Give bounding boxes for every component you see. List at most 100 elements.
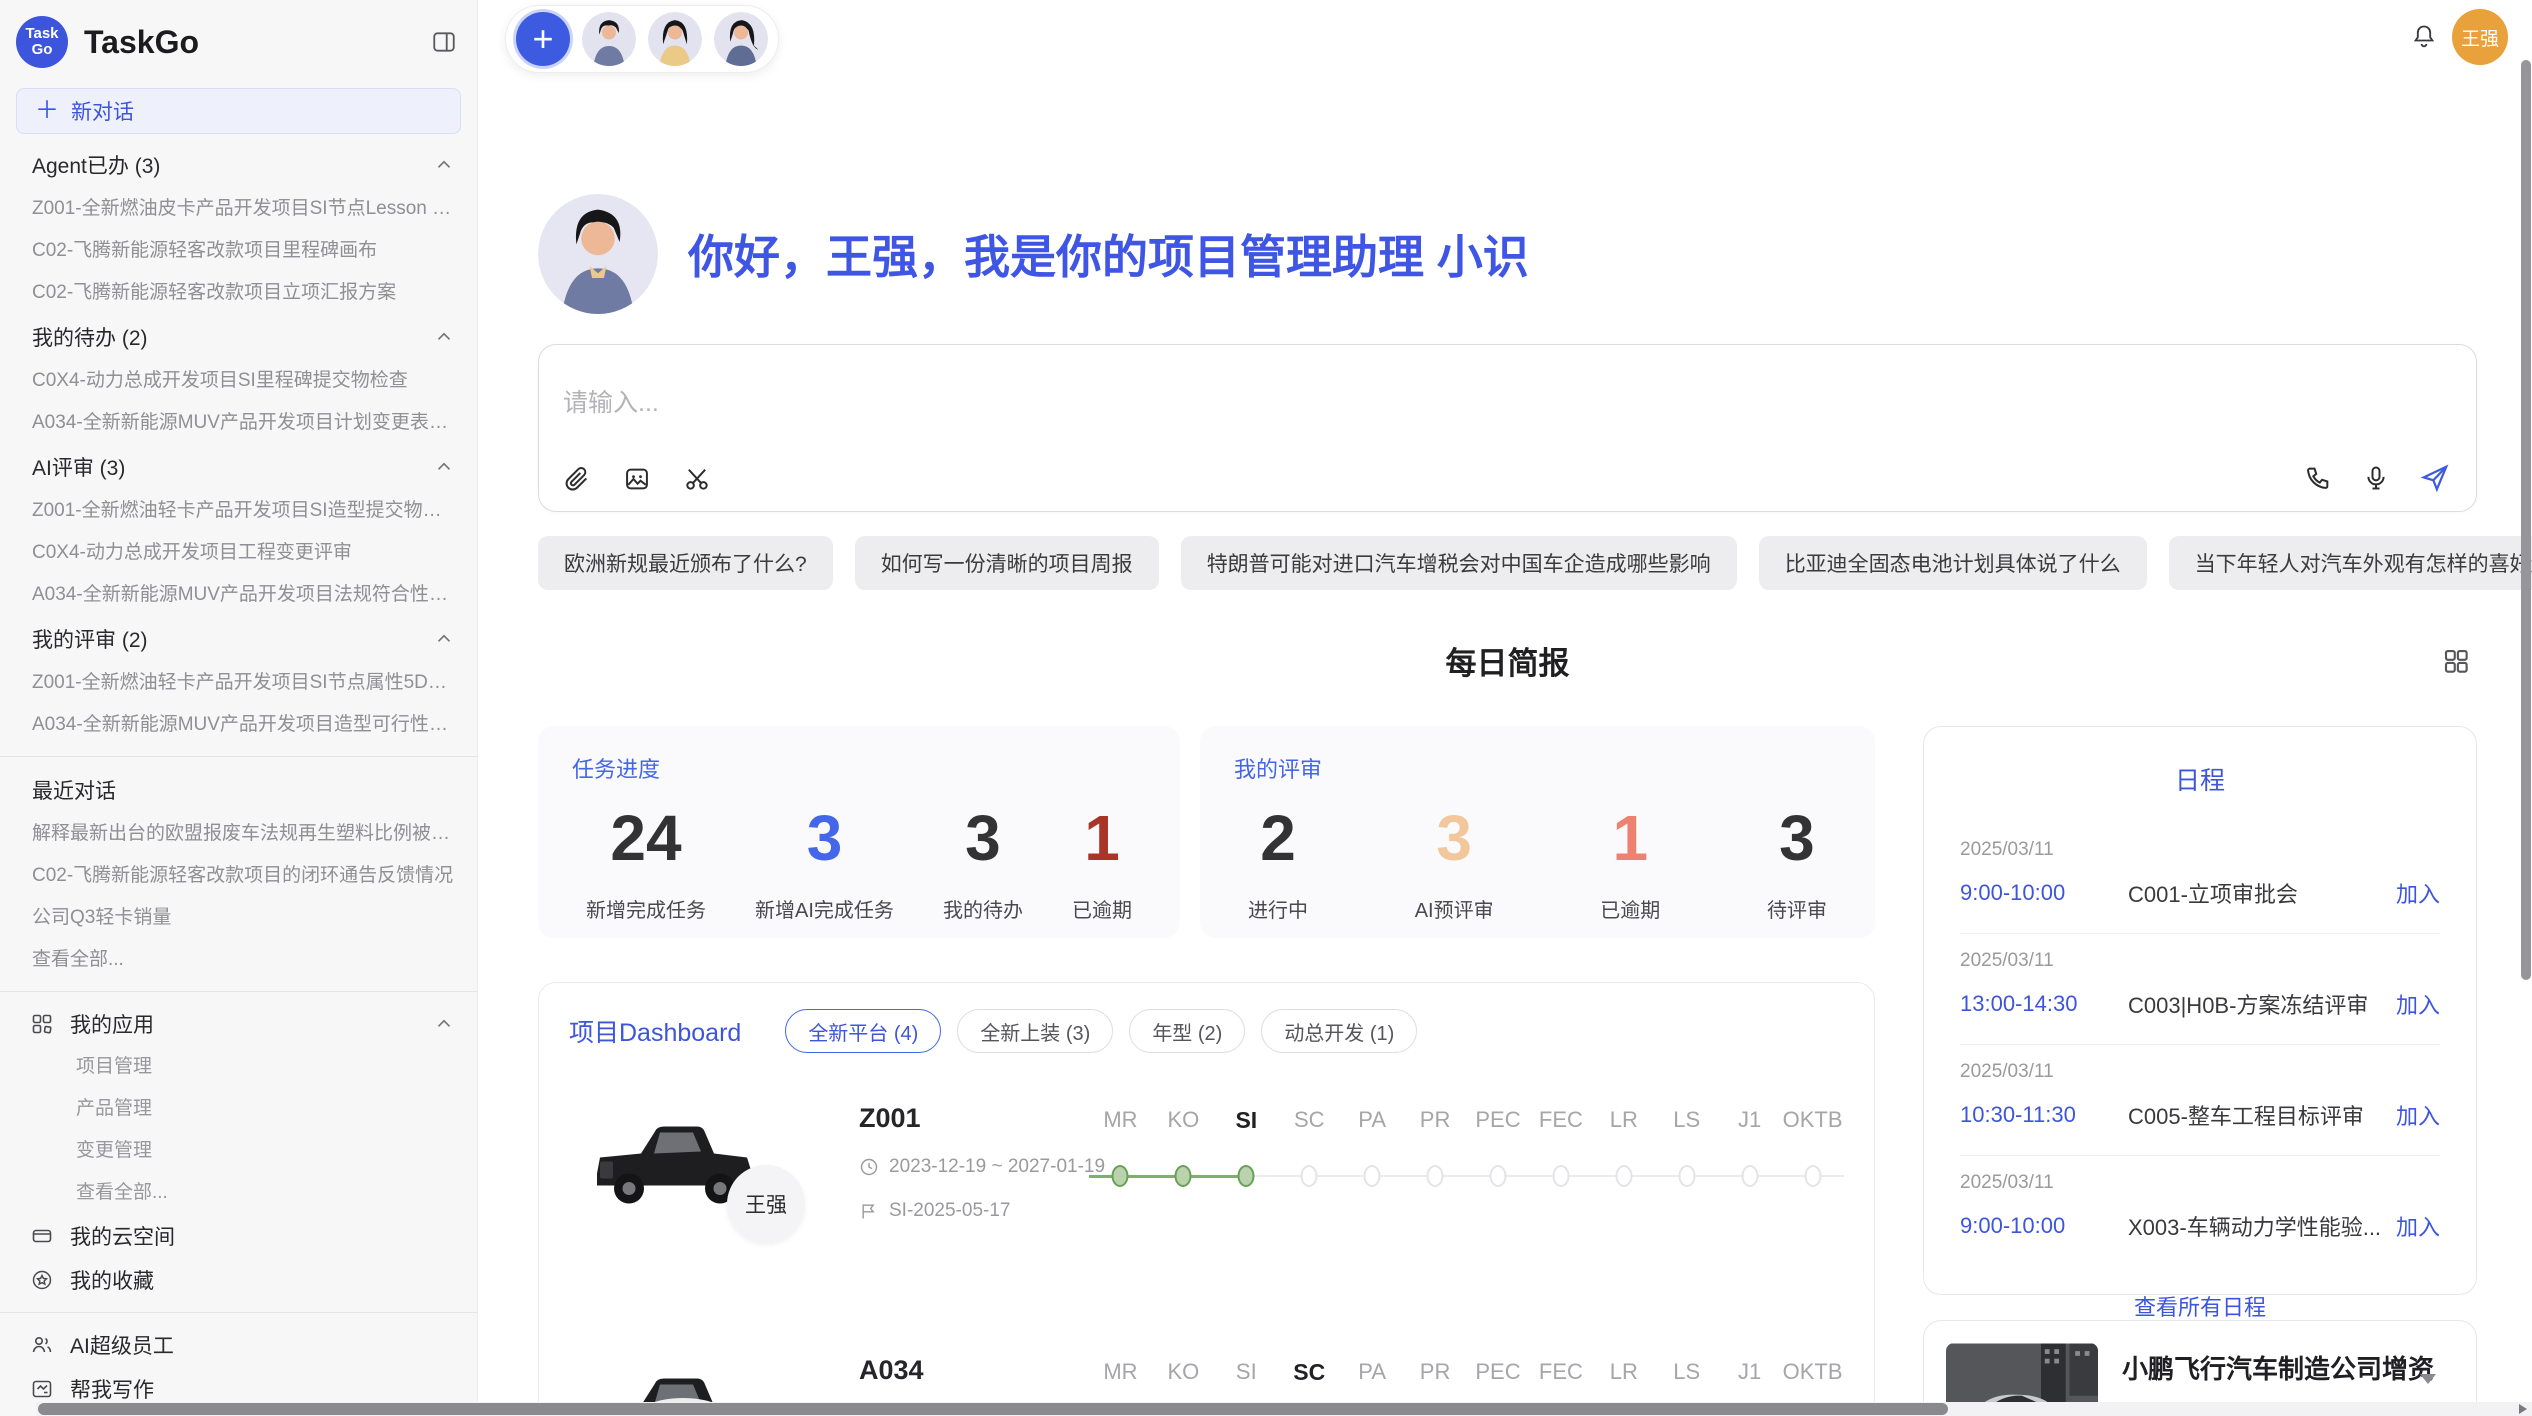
member-avatar[interactable] xyxy=(582,12,636,66)
milestone-node-todo[interactable] xyxy=(1678,1165,1695,1187)
join-meeting-link[interactable]: 加入 xyxy=(2396,1210,2440,1242)
vertical-scrollbar[interactable] xyxy=(2521,60,2531,980)
topbar: + 王强 xyxy=(478,0,2532,76)
sidebar-item[interactable]: Z001-全新燃油皮卡产品开发项目SI节点Lesson Learn报告 xyxy=(0,188,477,230)
dashboard-filter-tab[interactable]: 全新上装 (3) xyxy=(957,1009,1113,1053)
dashboard-filter-tab[interactable]: 全新平台 (4) xyxy=(785,1009,941,1053)
attachment-icon[interactable] xyxy=(563,465,591,493)
milestone-node-todo[interactable] xyxy=(1615,1165,1632,1187)
sidebar-item[interactable]: A034-全新新能源MUV产品开发项目造型可行性评审 xyxy=(0,704,477,746)
schedule-title: 日程 xyxy=(1960,761,2440,797)
send-icon[interactable] xyxy=(2420,463,2450,493)
sidebar-section-header[interactable]: 我的待办 (2) xyxy=(0,314,477,360)
stat-item[interactable]: 24新增完成任务 xyxy=(586,806,706,923)
sidebar-section-title: Agent已办 (3) xyxy=(32,150,160,180)
stat-item[interactable]: 3新增AI完成任务 xyxy=(755,806,894,923)
stat-item[interactable]: 1已逾期 xyxy=(1600,806,1660,923)
sidebar-collapse-icon[interactable] xyxy=(431,29,457,55)
project-code: A034 xyxy=(859,1355,1089,1386)
sidebar-item[interactable]: A034-全新新能源MUV产品开发项目计划变更表编写 xyxy=(0,402,477,444)
milestone-node-todo[interactable] xyxy=(1552,1165,1569,1187)
apps-view-all-link[interactable]: 查看全部... xyxy=(0,1172,477,1214)
milestone-label: KO xyxy=(1152,1359,1215,1386)
sidebar-item-my-apps[interactable]: 我的应用 xyxy=(0,1002,477,1046)
scroll-down-arrow[interactable] xyxy=(2420,1374,2436,1384)
sidebar-section-header[interactable]: Agent已办 (3) xyxy=(0,142,477,188)
scissors-icon[interactable] xyxy=(683,465,711,493)
sidebar-section-header[interactable]: 我的评审 (2) xyxy=(0,616,477,662)
sidebar-section-header[interactable]: AI评审 (3) xyxy=(0,444,477,490)
recent-chats-title: 最近对话 xyxy=(0,767,477,813)
milestone-label: MR xyxy=(1089,1359,1152,1386)
milestone-node-todo[interactable] xyxy=(1427,1165,1444,1187)
recent-chat-item[interactable]: C02-飞腾新能源轻客改款项目的闭环通告反馈情况 xyxy=(0,855,477,897)
dashboard-filter-tab[interactable]: 年型 (2) xyxy=(1129,1009,1245,1053)
new-chat-button[interactable]: ＋ 新对话 xyxy=(16,88,461,134)
suggestion-chip[interactable]: 当下年轻人对汽车外观有怎样的喜好趋势 xyxy=(2169,536,2532,590)
sidebar-item[interactable]: C0X4-动力总成开发项目工程变更评审 xyxy=(0,532,477,574)
stat-item[interactable]: 1已逾期 xyxy=(1072,806,1132,923)
sidebar-item[interactable]: Z001-全新燃油轻卡产品开发项目SI节点属性5D文件评审 xyxy=(0,662,477,704)
milestone-node-todo[interactable] xyxy=(1741,1165,1758,1187)
stat-item[interactable]: 3待评审 xyxy=(1767,806,1827,923)
recent-view-all-link[interactable]: 查看全部... xyxy=(0,939,477,981)
suggestion-chip[interactable]: 特朗普可能对进口汽车增税会对中国车企造成哪些影响 xyxy=(1181,536,1737,590)
add-member-button[interactable]: + xyxy=(516,12,570,66)
milestone-node-done[interactable] xyxy=(1238,1165,1255,1187)
join-meeting-link[interactable]: 加入 xyxy=(2396,1099,2440,1131)
join-meeting-link[interactable]: 加入 xyxy=(2396,988,2440,1020)
recent-chat-item[interactable]: 公司Q3轻卡销量 xyxy=(0,897,477,939)
scroll-right-arrow[interactable] xyxy=(2519,1404,2527,1414)
milestone-node-col xyxy=(1529,1156,1592,1196)
stat-item[interactable]: 3AI预评审 xyxy=(1415,806,1494,923)
suggestion-chip[interactable]: 欧洲新规最近颁布了什么? xyxy=(538,536,833,590)
sidebar-item-cloud-space[interactable]: 我的云空间 xyxy=(0,1214,477,1258)
dashboard-filter-tab[interactable]: 动总开发 (1) xyxy=(1261,1009,1417,1053)
join-meeting-link[interactable]: 加入 xyxy=(2396,877,2440,909)
app-root: Task Go TaskGo ＋ 新对话 Agent已办 (3)Z001-全新燃… xyxy=(0,0,2532,1416)
suggestion-chip[interactable]: 如何写一份清晰的项目周报 xyxy=(855,536,1159,590)
sidebar-item-favorites[interactable]: 我的收藏 xyxy=(0,1258,477,1302)
app-link[interactable]: 产品管理 xyxy=(0,1088,477,1130)
sidebar-item[interactable]: C0X4-动力总成开发项目SI里程碑提交物检查 xyxy=(0,360,477,402)
app-link[interactable]: 项目管理 xyxy=(0,1046,477,1088)
app-link[interactable]: 变更管理 xyxy=(0,1130,477,1172)
stat-item[interactable]: 3我的待办 xyxy=(943,806,1023,923)
stat-grid: 2进行中 3AI预评审 1已逾期 3待评审 xyxy=(1234,806,1841,923)
sidebar-item[interactable]: Z001-全新燃油轻卡产品开发项目SI造型提交物评审 xyxy=(0,490,477,532)
stat-cards: 任务进度24新增完成任务3新增AI完成任务3我的待办1已逾期我的评审2进行中3A… xyxy=(538,726,1875,938)
recent-chat-item[interactable]: 解释最新出台的欧盟报废车法规再生塑料比例被调至15%... xyxy=(0,813,477,855)
horizontal-scrollbar-thumb[interactable] xyxy=(38,1403,1948,1415)
image-upload-icon[interactable] xyxy=(623,465,651,493)
milestone-node-done[interactable] xyxy=(1112,1165,1129,1187)
milestone-node-col xyxy=(1278,1156,1341,1196)
horizontal-scrollbar-track[interactable] xyxy=(36,1402,2532,1416)
milestone-node-todo[interactable] xyxy=(1489,1165,1506,1187)
member-avatar[interactable] xyxy=(714,12,768,66)
suggestion-chip[interactable]: 比亚迪全固态电池计划具体说了什么 xyxy=(1759,536,2147,590)
sidebar-item-ai-staff[interactable]: AI超级员工 xyxy=(0,1323,477,1367)
sidebar-item[interactable]: A034-全新新能源MUV产品开发项目法规符合性评审 xyxy=(0,574,477,616)
sidebar-item[interactable]: C02-飞腾新能源轻客改款项目立项汇报方案 xyxy=(0,272,477,314)
milestone-node-done[interactable] xyxy=(1175,1165,1192,1187)
voice-call-icon[interactable] xyxy=(2304,464,2332,492)
schedule-date: 2025/03/11 xyxy=(1960,1061,2440,1083)
microphone-icon[interactable] xyxy=(2362,464,2390,492)
stat-value: 3 xyxy=(1436,806,1472,870)
stat-item[interactable]: 2进行中 xyxy=(1248,806,1308,923)
chat-input-box[interactable]: 请输入... xyxy=(538,344,2477,512)
milestone-node-todo[interactable] xyxy=(1364,1165,1381,1187)
sidebar-item[interactable]: C02-飞腾新能源轻客改款项目里程碑画布 xyxy=(0,230,477,272)
milestone-label: SC xyxy=(1278,1359,1341,1386)
milestone-node-todo[interactable] xyxy=(1301,1165,1318,1187)
dashboard-header: 项目Dashboard 全新平台 (4)全新上装 (3)年型 (2)动总开发 (… xyxy=(569,1009,1844,1053)
schedule-card: 日程 2025/03/119:00-10:00C001-立项审批会加入2025/… xyxy=(1923,726,2477,1295)
user-avatar[interactable]: 王强 xyxy=(2452,9,2508,65)
view-all-schedule-link[interactable]: 查看所有日程 xyxy=(1960,1290,2440,1322)
layout-grid-icon[interactable] xyxy=(2441,646,2471,676)
notification-bell-icon[interactable] xyxy=(2410,23,2438,51)
milestone-label: J1 xyxy=(1718,1107,1781,1134)
member-avatar[interactable] xyxy=(648,12,702,66)
milestone-node-todo[interactable] xyxy=(1804,1165,1821,1187)
dashboard-filters: 全新平台 (4) 全新上装 (3) 年型 (2) 动总开发 (1) xyxy=(785,1009,1417,1053)
